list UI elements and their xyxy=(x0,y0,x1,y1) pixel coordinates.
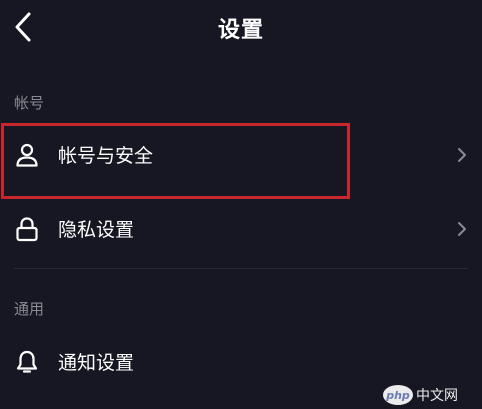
section-label-general: 通用 xyxy=(14,300,45,318)
settings-screen: 设置 帐号 帐号与安全 隐私设置 通用 通知设置 php 中文网 xyxy=(0,0,482,409)
svg-text:php: php xyxy=(385,389,410,402)
chevron-right-icon xyxy=(458,222,466,236)
privacy-settings-label: 隐私设置 xyxy=(58,219,135,241)
watermark-logo: php 中文网 xyxy=(383,385,458,405)
header: 设置 xyxy=(0,0,482,56)
user-icon xyxy=(16,143,38,167)
notification-settings-label: 通知设置 xyxy=(58,352,135,374)
divider xyxy=(14,268,468,269)
lock-icon xyxy=(16,217,38,242)
account-security-label: 帐号与安全 xyxy=(58,145,154,167)
chevron-right-icon xyxy=(458,148,466,162)
privacy-settings-item[interactable]: 隐私设置 xyxy=(0,197,482,261)
account-security-item[interactable]: 帐号与安全 xyxy=(0,123,482,187)
page-title: 设置 xyxy=(217,18,264,43)
svg-text:中文网: 中文网 xyxy=(416,388,458,404)
section-label-account: 帐号 xyxy=(14,94,45,112)
bell-icon xyxy=(16,350,38,373)
